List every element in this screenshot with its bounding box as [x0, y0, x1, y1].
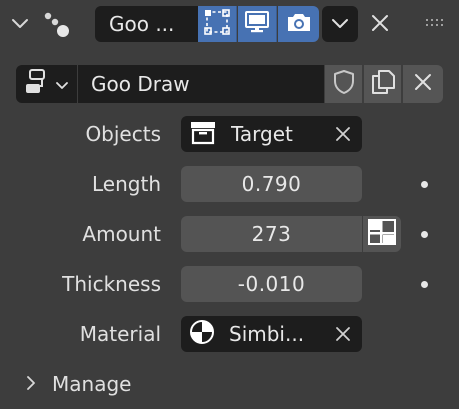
objects-value: Target	[231, 122, 293, 146]
chevron-down-icon	[331, 15, 349, 34]
material-label: Material	[79, 322, 161, 346]
length-label: Length	[92, 172, 161, 196]
close-icon[interactable]	[366, 8, 394, 38]
selectable-icon	[204, 9, 230, 39]
thickness-keyframe-dot[interactable]	[421, 281, 428, 288]
objects-field[interactable]: Target	[181, 116, 362, 152]
amount-texture-button[interactable]	[363, 216, 401, 252]
shield-icon	[332, 69, 356, 99]
modifier-type-icon	[24, 68, 50, 100]
header-dropdown-button[interactable]	[322, 6, 358, 42]
material-value: Simbi...	[229, 322, 305, 346]
amount-keyframe-dot[interactable]	[421, 231, 428, 238]
material-field[interactable]: Simbi...	[181, 316, 362, 352]
viewport-monitor-icon	[244, 10, 270, 38]
modifier-panel: Goo ... Goo Draw Objects Target Length 0…	[0, 0, 459, 409]
collection-box-icon	[189, 119, 217, 150]
copy-button[interactable]	[364, 65, 402, 103]
chevron-down-icon	[56, 75, 68, 94]
texture-grid-icon	[367, 218, 397, 250]
selectable-toggle[interactable]	[198, 6, 237, 42]
clear-material-icon[interactable]	[324, 326, 362, 342]
manage-subpanel-header[interactable]: Manage	[26, 366, 131, 402]
chevron-right-icon	[26, 372, 36, 396]
thickness-field[interactable]: -0.010	[181, 266, 362, 302]
drag-handle-icon[interactable]	[422, 14, 450, 32]
clear-objects-icon[interactable]	[324, 126, 362, 142]
thickness-label: Thickness	[62, 272, 161, 296]
manage-label: Manage	[52, 372, 132, 396]
material-sphere-icon	[189, 319, 215, 350]
viewport-toggle[interactable]	[238, 6, 277, 42]
render-toggle[interactable]	[278, 6, 319, 42]
modifier-type-dropdown[interactable]	[16, 65, 77, 103]
amount-label: Amount	[82, 222, 161, 246]
objects-label: Objects	[85, 122, 161, 146]
shield-button[interactable]	[325, 65, 363, 103]
collapse-chevron-icon[interactable]	[6, 10, 34, 38]
amount-field[interactable]: 273	[181, 216, 362, 252]
render-camera-icon	[285, 10, 313, 38]
length-field[interactable]: 0.790	[181, 166, 362, 202]
copy-icon	[370, 69, 396, 99]
length-keyframe-dot[interactable]	[421, 181, 428, 188]
particles-icon	[40, 8, 74, 40]
object-name-field[interactable]: Goo ...	[95, 6, 198, 42]
modifier-name-field[interactable]: Goo Draw	[78, 65, 324, 103]
close-icon	[414, 73, 432, 95]
remove-modifier-button[interactable]	[403, 65, 443, 103]
